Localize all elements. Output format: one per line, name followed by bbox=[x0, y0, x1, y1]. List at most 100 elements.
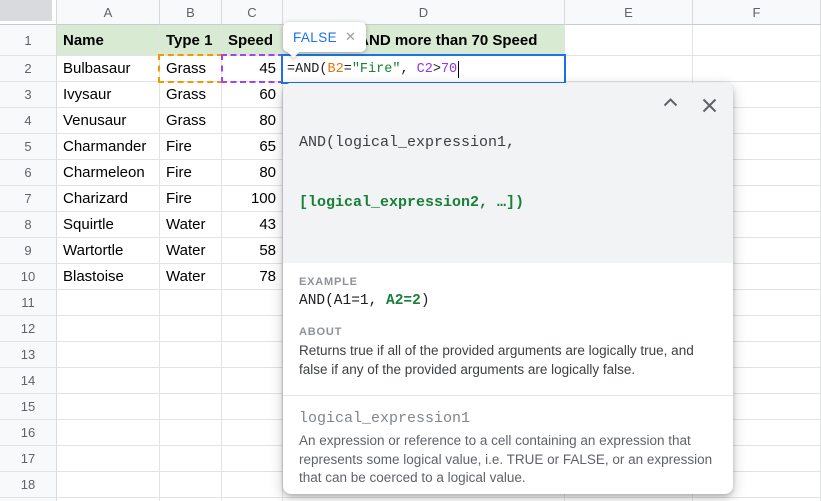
cell-E2[interactable] bbox=[565, 56, 693, 82]
cell-B18[interactable] bbox=[160, 472, 222, 498]
column-header-e[interactable]: E bbox=[565, 0, 693, 25]
formula-token: , bbox=[400, 61, 417, 77]
cell-B10[interactable]: Water bbox=[160, 264, 222, 290]
cell-A14[interactable] bbox=[57, 368, 160, 394]
cell-B8[interactable]: Water bbox=[160, 212, 222, 238]
cell-B17[interactable] bbox=[160, 446, 222, 472]
collapse-button[interactable] bbox=[663, 98, 678, 107]
cell-A17[interactable] bbox=[57, 446, 160, 472]
row-header-6[interactable]: 6 bbox=[0, 160, 57, 186]
formula-token: 70 bbox=[440, 61, 458, 77]
row-header-4[interactable]: 4 bbox=[0, 108, 57, 134]
cell-C12[interactable] bbox=[222, 316, 283, 342]
popup-header: AND(logical_expression1, [logical_expres… bbox=[283, 83, 733, 263]
cell-A11[interactable] bbox=[57, 290, 160, 316]
cell-C15[interactable] bbox=[222, 394, 283, 420]
formula-result-chip[interactable]: FALSE ✕ bbox=[283, 22, 366, 52]
spreadsheet: ABCDEF 1 Name Type 1 Speed Fire Type AND mor… bbox=[0, 0, 821, 501]
cell-C2[interactable]: 45 bbox=[222, 56, 283, 82]
section-divider bbox=[283, 395, 733, 396]
cell-E1[interactable] bbox=[565, 25, 693, 56]
cell-C17[interactable] bbox=[222, 446, 283, 472]
row-header-18[interactable]: 18 bbox=[0, 472, 57, 498]
row-header-9[interactable]: 9 bbox=[0, 238, 57, 264]
cell-B13[interactable] bbox=[160, 342, 222, 368]
row-header-7[interactable]: 7 bbox=[0, 186, 57, 212]
cell-C3[interactable]: 60 bbox=[222, 82, 283, 108]
cell-B1[interactable]: Type 1 bbox=[160, 25, 222, 56]
cell-A13[interactable] bbox=[57, 342, 160, 368]
cell-A18[interactable] bbox=[57, 472, 160, 498]
row-header-16[interactable]: 16 bbox=[0, 420, 57, 446]
cell-A3[interactable]: Ivysaur bbox=[57, 82, 160, 108]
cell-A5[interactable]: Charmander bbox=[57, 134, 160, 160]
column-header-f[interactable]: F bbox=[693, 0, 821, 25]
row-header-17[interactable]: 17 bbox=[0, 446, 57, 472]
cell-A6[interactable]: Charmeleon bbox=[57, 160, 160, 186]
cell-C7[interactable]: 100 bbox=[222, 186, 283, 212]
popup-body: EXAMPLE AND(A1=1, A2=2) ABOUT Returns tr… bbox=[283, 263, 733, 494]
cell-C14[interactable] bbox=[222, 368, 283, 394]
cell-B12[interactable] bbox=[160, 316, 222, 342]
cell-C9[interactable]: 58 bbox=[222, 238, 283, 264]
cell-B16[interactable] bbox=[160, 420, 222, 446]
formula-token: C2 bbox=[416, 61, 433, 77]
row-header-14[interactable]: 14 bbox=[0, 368, 57, 394]
cell-B9[interactable]: Water bbox=[160, 238, 222, 264]
example-label: EXAMPLE bbox=[299, 276, 358, 288]
cell-C8[interactable]: 43 bbox=[222, 212, 283, 238]
cell-A8[interactable]: Squirtle bbox=[57, 212, 160, 238]
select-all-corner[interactable] bbox=[0, 0, 57, 25]
row-header-13[interactable]: 13 bbox=[0, 342, 57, 368]
cell-C11[interactable] bbox=[222, 290, 283, 316]
chevron-up-icon bbox=[663, 98, 678, 107]
cell-A9[interactable]: Wartortle bbox=[57, 238, 160, 264]
row-header-15[interactable]: 15 bbox=[0, 394, 57, 420]
cell-C10[interactable]: 78 bbox=[222, 264, 283, 290]
cell-B3[interactable]: Grass bbox=[160, 82, 222, 108]
row-header-5[interactable]: 5 bbox=[0, 134, 57, 160]
chip-close-icon[interactable]: ✕ bbox=[345, 29, 356, 45]
cell-B2[interactable]: Grass bbox=[160, 56, 222, 82]
cell-C4[interactable]: 80 bbox=[222, 108, 283, 134]
cell-C13[interactable] bbox=[222, 342, 283, 368]
cell-B7[interactable]: Fire bbox=[160, 186, 222, 212]
cell-F1[interactable] bbox=[693, 25, 821, 56]
cell-B14[interactable] bbox=[160, 368, 222, 394]
cell-C1[interactable]: Speed bbox=[222, 25, 283, 56]
cell-F2[interactable] bbox=[693, 56, 821, 82]
cell-A15[interactable] bbox=[57, 394, 160, 420]
cell-C5[interactable]: 65 bbox=[222, 134, 283, 160]
cell-B6[interactable]: Fire bbox=[160, 160, 222, 186]
cell-A4[interactable]: Venusaur bbox=[57, 108, 160, 134]
cell-A1[interactable]: Name bbox=[57, 25, 160, 56]
cell-C6[interactable]: 80 bbox=[222, 160, 283, 186]
cell-C16[interactable] bbox=[222, 420, 283, 446]
close-button[interactable] bbox=[702, 98, 717, 113]
cell-A12[interactable] bbox=[57, 316, 160, 342]
row-header-1[interactable]: 1 bbox=[0, 25, 57, 56]
cell-A7[interactable]: Charizard bbox=[57, 186, 160, 212]
row-header-8[interactable]: 8 bbox=[0, 212, 57, 238]
column-header-c[interactable]: C bbox=[222, 0, 283, 25]
row-header-12[interactable]: 12 bbox=[0, 316, 57, 342]
cell-A16[interactable] bbox=[57, 420, 160, 446]
example-code: AND(A1=1, A2=2) bbox=[299, 291, 717, 311]
cell-B4[interactable]: Grass bbox=[160, 108, 222, 134]
column-header-b[interactable]: B bbox=[160, 0, 222, 25]
row-header-2[interactable]: 2 bbox=[0, 56, 57, 82]
param1-description: An expression or reference to a cell con… bbox=[299, 433, 713, 485]
cell-A2[interactable]: Bulbasaur bbox=[57, 56, 160, 82]
row-header-10[interactable]: 10 bbox=[0, 264, 57, 290]
example-code-prefix: AND(A1=1, bbox=[299, 293, 387, 309]
function-syntax: AND(logical_expression1, [logical_expres… bbox=[299, 93, 524, 253]
active-cell-editor[interactable]: =AND(B2="Fire", C2>70 bbox=[281, 54, 566, 84]
cell-A10[interactable]: Blastoise bbox=[57, 264, 160, 290]
cell-B11[interactable] bbox=[160, 290, 222, 316]
row-header-3[interactable]: 3 bbox=[0, 82, 57, 108]
cell-B15[interactable] bbox=[160, 394, 222, 420]
column-header-a[interactable]: A bbox=[57, 0, 160, 25]
cell-B5[interactable]: Fire bbox=[160, 134, 222, 160]
row-header-11[interactable]: 11 bbox=[0, 290, 57, 316]
cell-C18[interactable] bbox=[222, 472, 283, 498]
